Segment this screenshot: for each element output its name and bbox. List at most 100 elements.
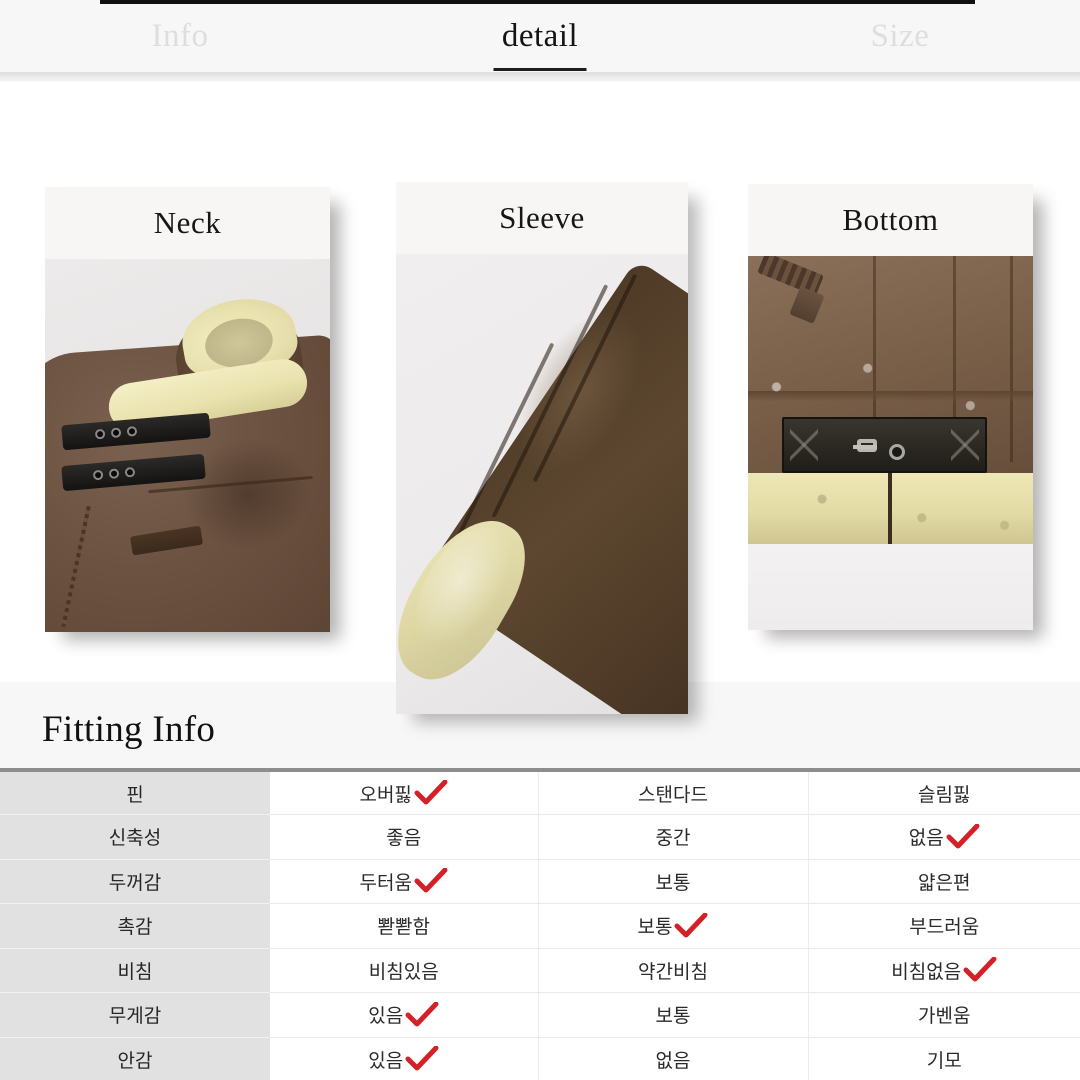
fitting-option-label: 비침없음 bbox=[891, 960, 962, 983]
fitting-option-cell[interactable]: 기모 bbox=[808, 1037, 1080, 1080]
fitting-option-label: 부드러움 bbox=[909, 916, 980, 939]
fitting-option-label: 없음 bbox=[908, 827, 944, 850]
fitting-option-cell[interactable]: 부드러움 bbox=[808, 903, 1080, 949]
detail-card-bottom-photo bbox=[748, 256, 1033, 630]
fitting-option-cell[interactable]: 있음 bbox=[270, 1037, 539, 1080]
fitting-info-table-body: 핀 오버핋 스탠다드 슬림핋 신축성 좋음 중간 없음 두꺼감 두터움 보통 얇은편 촉감 뽣뽣함 보통 부드… bbox=[0, 770, 1080, 1080]
tab-info-label: Info bbox=[151, 17, 209, 54]
table-row: 무게감 있음 보통 가벤움 bbox=[0, 992, 1080, 1038]
fitting-option-label: 보통 bbox=[637, 916, 673, 939]
fitting-option-cell[interactable]: 보통 bbox=[538, 859, 809, 904]
product-detail-page: Info detail Size Neck Sleeve Bottom Fitt… bbox=[0, 0, 1080, 1080]
detail-cards-section: Neck Sleeve Bottom bbox=[0, 82, 1080, 714]
tab-detail-label: detail bbox=[501, 17, 579, 54]
fitting-option-wrap: 비침있음 bbox=[369, 957, 439, 984]
check-icon bbox=[414, 867, 448, 894]
fitting-option-wrap: 슬림핋 bbox=[918, 780, 970, 807]
fitting-option-wrap: 있음 bbox=[368, 1001, 439, 1028]
fitting-option-wrap: 오버핋 bbox=[359, 779, 448, 807]
table-row: 두꺼감 두터움 보통 얇은편 bbox=[0, 859, 1080, 904]
fitting-attribute-label: 안감 bbox=[0, 1037, 270, 1080]
fitting-option-label: 기모 bbox=[926, 1049, 962, 1072]
fitting-option-wrap: 두터움 bbox=[359, 867, 448, 895]
fitting-option-label: 오버핋 bbox=[359, 783, 412, 806]
fitting-option-label: 스탠다드 bbox=[638, 783, 708, 806]
fitting-option-wrap: 없음 bbox=[909, 823, 980, 850]
fitting-option-cell[interactable]: 가벤움 bbox=[808, 992, 1080, 1038]
tab-bar-shadow bbox=[0, 72, 1080, 82]
fitting-attribute-label: 촉감 bbox=[0, 903, 270, 949]
fitting-option-cell[interactable]: 두터움 bbox=[270, 859, 539, 904]
product-tab-bar: Info detail Size bbox=[0, 4, 1080, 72]
table-row: 안감 있음 없음 기모 bbox=[0, 1037, 1080, 1080]
table-row: 핀 오버핋 스탠다드 슬림핋 bbox=[0, 770, 1080, 815]
fitting-option-label: 비침있음 bbox=[368, 960, 439, 983]
fitting-option-cell[interactable]: 비침있음 bbox=[270, 948, 539, 993]
fitting-option-cell[interactable]: 보통 bbox=[538, 992, 809, 1038]
fitting-option-label: 없음 bbox=[655, 1049, 691, 1072]
fitting-option-cell[interactable]: 비침없음 bbox=[808, 948, 1080, 993]
fitting-option-label: 보통 bbox=[655, 871, 691, 894]
fitting-option-wrap: 보통 bbox=[638, 912, 709, 939]
fitting-option-cell[interactable]: 약간비침 bbox=[538, 948, 809, 993]
fitting-attribute-label: 핀 bbox=[0, 770, 270, 815]
fitting-attribute-label: 무게감 bbox=[0, 992, 270, 1038]
fitting-option-label: 가벤움 bbox=[918, 1005, 971, 1028]
fitting-option-cell[interactable]: 좋음 bbox=[270, 814, 539, 860]
fitting-option-wrap: 스탠다드 bbox=[638, 780, 708, 807]
fitting-option-wrap: 가벤움 bbox=[918, 1001, 970, 1028]
detail-card-neck[interactable]: Neck bbox=[45, 187, 330, 632]
table-row: 신축성 좋음 중간 없음 bbox=[0, 814, 1080, 860]
fitting-option-cell[interactable]: 없음 bbox=[538, 1037, 809, 1080]
fitting-option-wrap: 부드러움 bbox=[909, 912, 979, 939]
fitting-attribute-label: 비침 bbox=[0, 948, 270, 993]
fitting-option-label: 슬림핋 bbox=[918, 783, 971, 806]
bottom-belt bbox=[782, 416, 988, 473]
fitting-option-cell[interactable]: 슬림핋 bbox=[808, 770, 1080, 815]
fitting-option-label: 뽣뽣함 bbox=[377, 916, 430, 939]
check-icon bbox=[405, 1045, 439, 1072]
tab-info[interactable]: Info bbox=[0, 17, 360, 57]
check-icon bbox=[674, 912, 708, 939]
tab-active-underline bbox=[493, 67, 587, 71]
detail-card-bottom-caption: Bottom bbox=[748, 184, 1033, 256]
tab-size-label: Size bbox=[870, 17, 930, 54]
check-icon bbox=[963, 956, 997, 983]
fitting-option-label: 얇은편 bbox=[918, 871, 971, 894]
fitting-option-label: 좋음 bbox=[386, 827, 422, 850]
fitting-option-cell[interactable]: 뽣뽣함 bbox=[270, 903, 539, 949]
fitting-option-cell[interactable]: 스탠다드 bbox=[538, 770, 809, 815]
detail-card-sleeve-caption: Sleeve bbox=[396, 182, 688, 254]
fitting-option-label: 보통 bbox=[655, 1005, 691, 1028]
check-icon bbox=[405, 1001, 439, 1028]
fitting-info-title: Fitting Info bbox=[42, 709, 216, 750]
fitting-option-cell[interactable]: 중간 bbox=[538, 814, 809, 860]
fitting-attribute-label: 신축성 bbox=[0, 814, 270, 860]
fitting-attribute-label: 두꺼감 bbox=[0, 859, 270, 904]
detail-card-neck-caption: Neck bbox=[45, 187, 330, 259]
fitting-option-cell[interactable]: 얇은편 bbox=[808, 859, 1080, 904]
fitting-option-wrap: 중간 bbox=[656, 823, 691, 850]
fitting-option-wrap: 없음 bbox=[656, 1046, 691, 1073]
fitting-option-cell[interactable]: 있음 bbox=[270, 992, 539, 1038]
fitting-option-label: 두터움 bbox=[359, 871, 412, 894]
fitting-option-wrap: 있음 bbox=[368, 1045, 439, 1073]
fitting-option-wrap: 좋음 bbox=[386, 823, 421, 850]
detail-card-sleeve-photo bbox=[396, 254, 688, 714]
detail-card-sleeve[interactable]: Sleeve bbox=[396, 182, 688, 714]
fitting-option-wrap: 얇은편 bbox=[918, 868, 970, 895]
fitting-option-cell[interactable]: 오버핋 bbox=[270, 770, 539, 815]
fitting-option-cell[interactable]: 보통 bbox=[538, 903, 809, 949]
table-row: 비침 비침있음 약간비침 비침없음 bbox=[0, 948, 1080, 993]
fitting-option-wrap: 보통 bbox=[656, 1001, 691, 1028]
check-icon bbox=[414, 779, 448, 806]
fitting-option-label: 중간 bbox=[655, 827, 691, 850]
detail-card-neck-photo bbox=[45, 259, 330, 632]
detail-card-bottom[interactable]: Bottom bbox=[748, 184, 1033, 630]
fitting-option-wrap: 보통 bbox=[656, 868, 691, 895]
tab-size[interactable]: Size bbox=[720, 17, 1080, 57]
fitting-info-table: 핀 오버핋 스탠다드 슬림핋 신축성 좋음 중간 없음 두꺼감 두터움 보통 얇은편 촉감 뽣뽣함 보통 부드… bbox=[0, 768, 1080, 1080]
fitting-option-cell[interactable]: 없음 bbox=[808, 814, 1080, 860]
tab-detail[interactable]: detail bbox=[360, 17, 720, 71]
table-row: 촉감 뽣뽣함 보통 부드러움 bbox=[0, 903, 1080, 949]
